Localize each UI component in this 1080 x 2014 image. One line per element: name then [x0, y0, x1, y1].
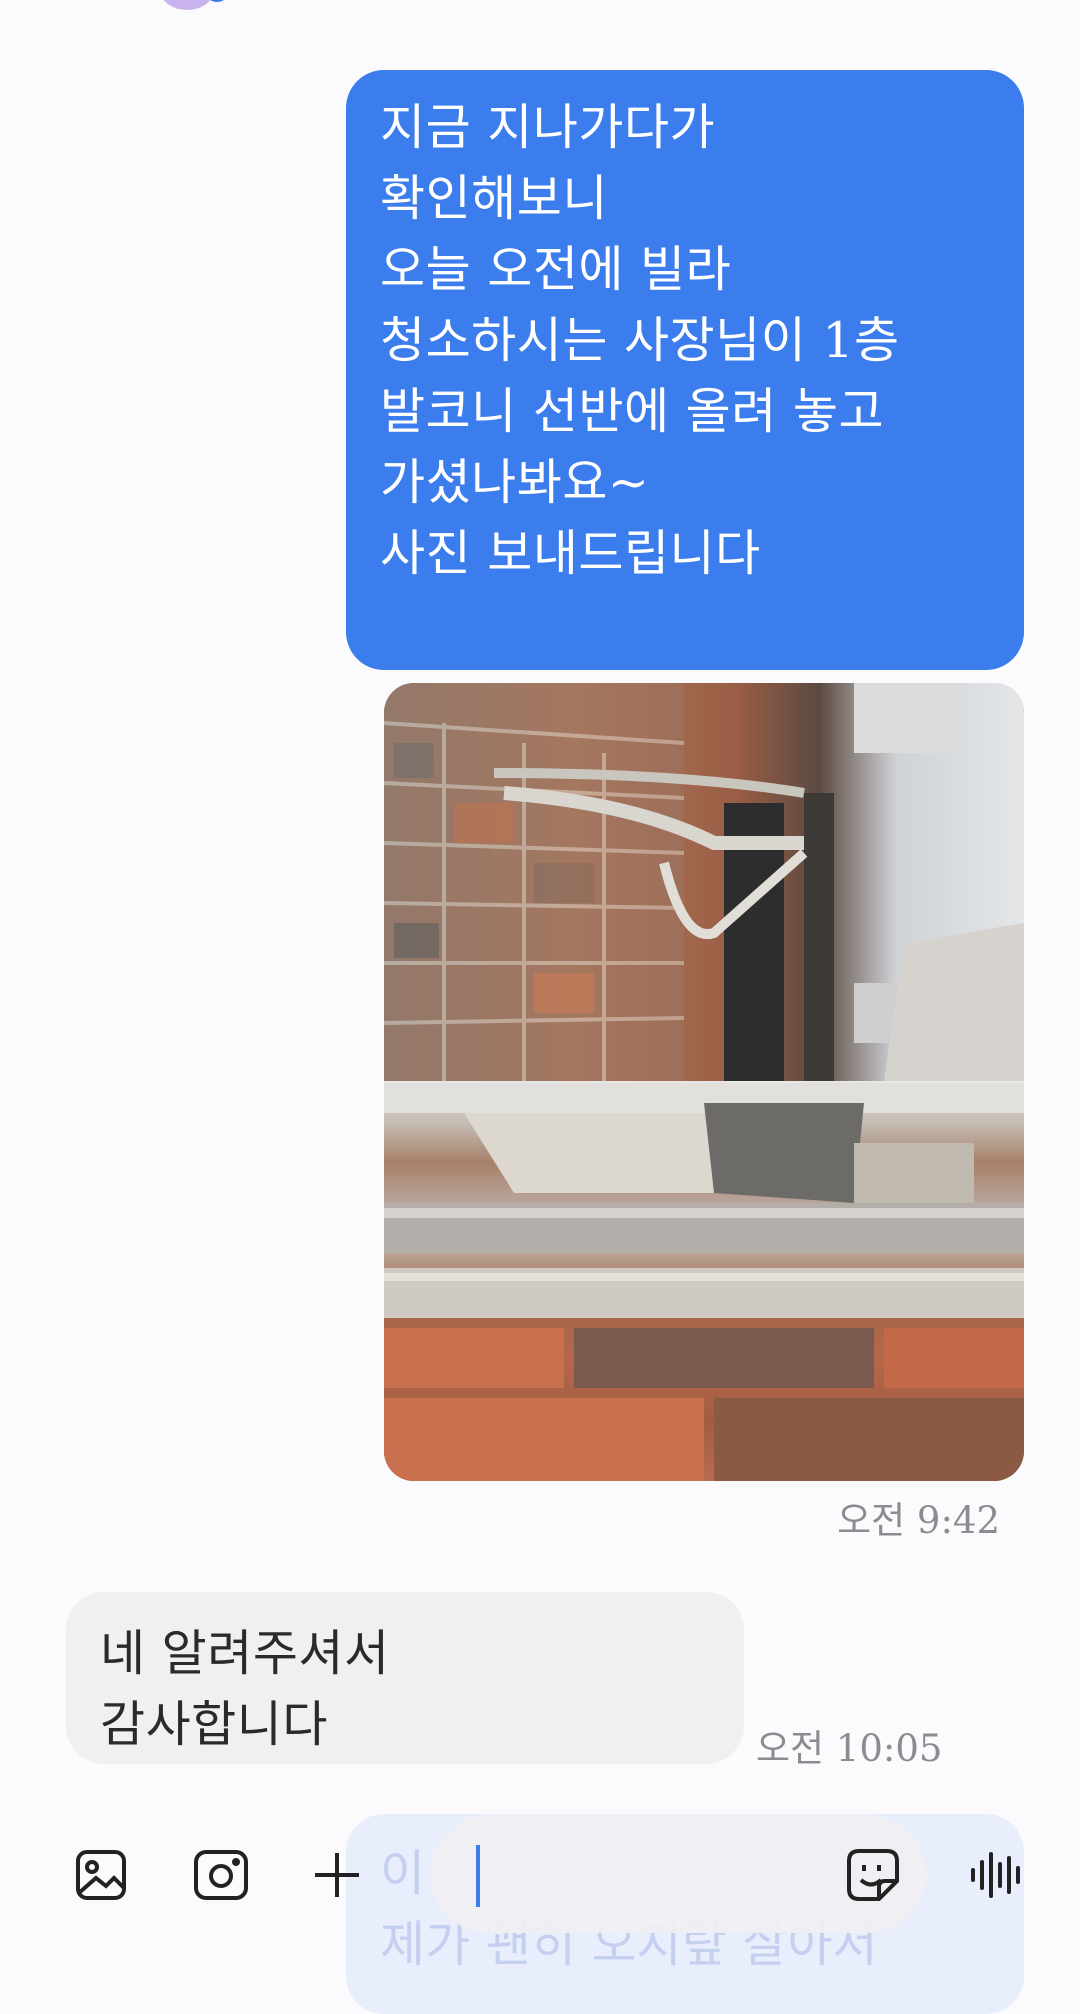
gallery-icon[interactable] [66, 1840, 136, 1910]
text-cursor [476, 1845, 480, 1907]
message-line: 확인해보니 [380, 170, 608, 227]
outgoing-timestamp: 오전 9:42 [837, 1499, 1000, 1542]
plus-icon[interactable] [302, 1840, 372, 1910]
message-line: 오늘 오전에 빌라 [380, 241, 732, 298]
message-line: 네 알려주셔서 [100, 1625, 390, 1682]
photo-closeup-shelf[interactable] [384, 1083, 1024, 1481]
incoming-message-bubble[interactable]: 네 알려주셔서 감사합니다 [66, 1592, 744, 1764]
outgoing-message-bubble[interactable]: 지금 지나가다가 확인해보니 오늘 오전에 빌라 청소하시는 사장님이 1층 발… [346, 70, 1024, 670]
incoming-timestamp: 오전 10:05 [756, 1727, 943, 1770]
message-line: 발코니 선반에 올려 놓고 [380, 383, 885, 440]
message-line: 지금 지나가다가 [380, 99, 716, 156]
contact-avatar[interactable] [160, 0, 230, 10]
message-line: 사진 보내드립니다 [380, 525, 761, 582]
message-line: 가셨나봐요~ [380, 454, 650, 511]
voice-icon[interactable] [962, 1840, 1032, 1910]
message-line: 감사합니다 [100, 1696, 328, 1753]
message-line: 청소하시는 사장님이 1층 [380, 312, 900, 369]
camera-icon[interactable] [186, 1840, 256, 1910]
sticker-icon[interactable] [838, 1840, 908, 1910]
photo-attachment[interactable] [384, 683, 1024, 1481]
photo-wall-pipes[interactable] [384, 683, 1024, 1081]
